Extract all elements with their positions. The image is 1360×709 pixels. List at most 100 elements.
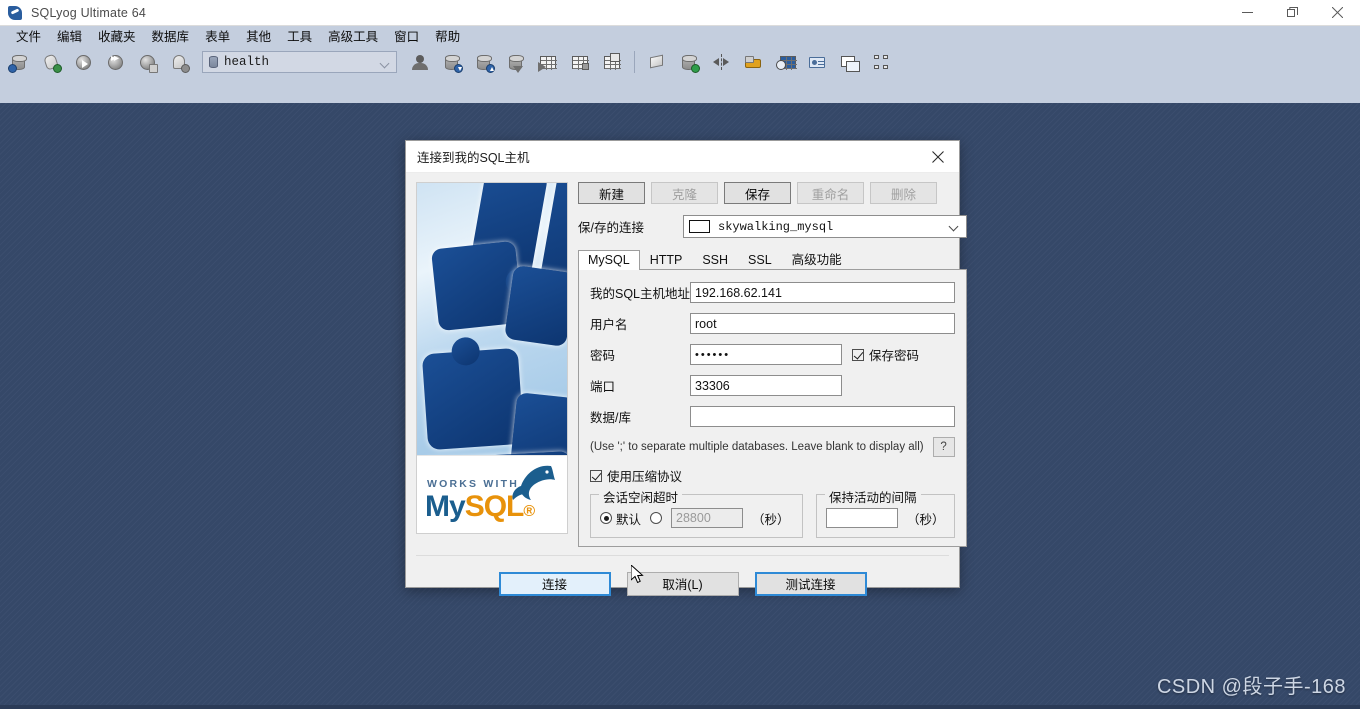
database-row: 数据/库	[590, 406, 955, 427]
copy-database-icon[interactable]	[597, 48, 627, 76]
notification-services-icon[interactable]	[802, 48, 832, 76]
tab-mysql[interactable]: MySQL	[578, 250, 640, 270]
saved-connection-row: 保/存的连接 skywalking_mysql	[578, 215, 967, 238]
watermark-text: CSDN @段子手-168	[1156, 676, 1346, 698]
restore-database-icon[interactable]	[469, 48, 499, 76]
menu-item-file[interactable]: 文件	[8, 25, 49, 46]
help-button[interactable]: ?	[932, 437, 955, 457]
refresh-object-browser-icon[interactable]	[164, 48, 194, 76]
session-timeout-default-label: 默认	[616, 512, 642, 527]
execute-all-queries-icon[interactable]	[100, 48, 130, 76]
taskbar-strip	[0, 705, 1360, 709]
session-timeout-custom-radio[interactable]	[650, 512, 663, 524]
keep-alive-interval-group: 保持活动的间隔 （秒）	[816, 487, 955, 538]
database-selector[interactable]: health	[202, 51, 397, 73]
menu-item-favorites[interactable]: 收藏夹	[90, 25, 144, 46]
execute-query-icon[interactable]	[68, 48, 98, 76]
save-password-label: 保存密码	[869, 349, 920, 363]
clone-connection-button: 克隆	[651, 182, 718, 204]
new-connection-icon[interactable]	[36, 48, 66, 76]
migration-toolkit-icon[interactable]	[738, 48, 768, 76]
window-title: SQLyog Ultimate 64	[31, 5, 146, 20]
schema-designer-icon[interactable]	[642, 48, 672, 76]
form-view-icon[interactable]	[834, 48, 864, 76]
mysql-logo: WORKS WITH MySQL®	[417, 455, 567, 533]
port-input[interactable]: 33306	[690, 375, 842, 396]
scheduled-backup-icon[interactable]	[770, 48, 800, 76]
menu-item-edit[interactable]: 编辑	[49, 25, 90, 46]
dialog-footer: 连接 取消(L) 测试连接	[416, 555, 949, 611]
database-hint-text: (Use ';' to separate multiple databases.…	[590, 441, 924, 453]
user-manager-icon[interactable]	[405, 48, 435, 76]
saved-connection-value: skywalking_mysql	[718, 219, 834, 234]
password-input[interactable]: ••••••	[690, 344, 842, 365]
backup-database-icon[interactable]	[437, 48, 467, 76]
toolbar: health	[0, 45, 1360, 103]
export-table-data-icon[interactable]	[533, 48, 563, 76]
tab-advanced[interactable]: 高级功能	[782, 250, 852, 270]
dialog-close-icon[interactable]	[923, 143, 953, 171]
host-row: 我的SQL主机地址 192.168.62.141	[590, 282, 955, 303]
connect-manager-icon[interactable]	[4, 48, 34, 76]
tab-ssl[interactable]: SSL	[738, 250, 782, 270]
connection-action-buttons: 新建 克隆 保存 重命名 删除	[578, 182, 967, 204]
puzzle-pieces-image	[417, 183, 567, 455]
save-connection-button[interactable]: 保存	[724, 182, 791, 204]
save-password-checkbox[interactable]: 保存密码	[852, 345, 919, 364]
restore-icon[interactable]	[1270, 0, 1315, 26]
connect-button[interactable]: 连接	[498, 571, 611, 596]
database-input[interactable]	[690, 406, 955, 427]
close-icon[interactable]	[1315, 0, 1360, 26]
menu-item-tools[interactable]: 工具	[279, 25, 320, 46]
database-diagram-icon[interactable]	[866, 48, 896, 76]
compare-data-icon[interactable]	[706, 48, 736, 76]
session-timeout-input[interactable]: 28800	[671, 508, 744, 528]
host-input[interactable]: 192.168.62.141	[690, 282, 955, 303]
username-row: 用户名 root	[590, 313, 955, 334]
new-connection-button[interactable]: 新建	[578, 182, 645, 204]
keep-alive-title: 保持活动的间隔	[825, 487, 921, 506]
sqlyog-app-icon	[7, 5, 23, 21]
window-controls	[1225, 0, 1360, 26]
delete-connection-button: 删除	[870, 182, 937, 204]
menubar: 文件 编辑 收藏夹 数据库 表单 其他 工具 高级工具 窗口 帮助	[0, 26, 1360, 45]
dolphin-icon	[512, 465, 555, 500]
username-label: 用户名	[590, 318, 628, 332]
keep-alive-input[interactable]	[826, 508, 898, 528]
menu-item-form[interactable]: 表单	[197, 25, 238, 46]
menu-item-help[interactable]: 帮助	[427, 25, 468, 46]
database-hint-row: (Use ';' to separate multiple databases.…	[590, 437, 955, 457]
mysql-brand-my: My	[425, 490, 466, 523]
minimize-icon[interactable]	[1225, 0, 1270, 26]
connection-tabs: MySQL HTTP SSH SSL 高级功能	[578, 249, 967, 270]
import-external-data-icon[interactable]	[501, 48, 531, 76]
tab-http[interactable]: HTTP	[640, 250, 693, 270]
chevron-down-icon	[948, 221, 958, 232]
session-timeout-default-radio[interactable]: 默认	[600, 509, 641, 528]
mysql-banner: WORKS WITH MySQL®	[416, 182, 568, 534]
menu-item-window[interactable]: 窗口	[386, 25, 427, 46]
menu-item-powertools[interactable]: 高级工具	[320, 25, 386, 46]
menu-item-other[interactable]: 其他	[238, 25, 279, 46]
cancel-button[interactable]: 取消(L)	[626, 571, 739, 596]
stop-query-icon[interactable]	[132, 48, 162, 76]
works-with-label: WORKS WITH	[427, 478, 519, 490]
session-timeout-unit: （秒）	[752, 512, 790, 527]
checkbox-icon	[852, 348, 864, 361]
keep-alive-unit: （秒）	[907, 512, 945, 527]
toolbar-separator	[634, 51, 635, 73]
username-input[interactable]: root	[690, 313, 955, 334]
export-as-sql-icon[interactable]	[565, 48, 595, 76]
chevron-down-icon	[379, 58, 390, 69]
compressed-protocol-checkbox[interactable]: 使用压缩协议	[590, 466, 955, 485]
connection-color-swatch	[689, 220, 710, 233]
connection-dialog: 连接到我的SQL主机 WORKS WITH MySQL® 新建 克隆 保存 重命…	[405, 140, 967, 596]
radio-icon	[650, 512, 663, 524]
test-connection-button[interactable]: 测试连接	[754, 571, 867, 596]
saved-connection-select[interactable]: skywalking_mysql	[683, 215, 967, 238]
mysql-tab-panel: 我的SQL主机地址 192.168.62.141 用户名 root 密码 •••…	[578, 269, 967, 547]
tab-ssh[interactable]: SSH	[692, 250, 738, 270]
dialog-title: 连接到我的SQL主机	[417, 151, 530, 165]
sync-database-icon[interactable]	[674, 48, 704, 76]
menu-item-database[interactable]: 数据库	[144, 25, 198, 46]
